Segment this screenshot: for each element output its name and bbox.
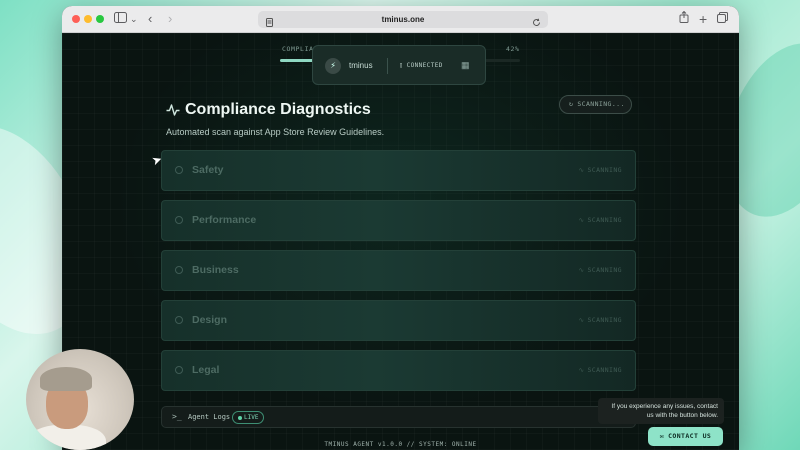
plus-icon[interactable]: + <box>699 11 707 27</box>
category-status-text: SCANNING <box>587 316 622 324</box>
address-bar[interactable]: tminus.one <box>258 11 548 28</box>
category-label: Safety <box>192 164 224 176</box>
tabs-icon[interactable] <box>717 11 728 27</box>
page-viewport: COMPLIA 42% ⚡︎ tminus ▯ CONNECTED ▦ Compl… <box>62 33 739 450</box>
category-label: Design <box>192 314 228 326</box>
support-tooltip: If you experience any issues, contact us… <box>598 398 724 424</box>
category-row-business[interactable]: Business ∿ SCANNING <box>161 250 636 291</box>
reload-icon[interactable] <box>532 14 541 32</box>
mail-icon: ✉ <box>659 432 665 440</box>
device-icon: ▯ <box>399 61 404 69</box>
category-row-safety[interactable]: Safety ∿ SCANNING <box>161 150 636 191</box>
qr-code-icon[interactable]: ▦ <box>461 60 470 71</box>
zoom-window-button[interactable] <box>96 15 104 23</box>
live-badge-text: LIVE <box>244 414 259 421</box>
category-status-text: SCANNING <box>587 266 622 274</box>
loading-spinner-icon <box>175 166 183 174</box>
share-icon[interactable] <box>679 10 689 27</box>
page-subtitle: Automated scan against App Store Review … <box>166 127 385 137</box>
footer-version: TMINUS AGENT v1.0.0 // SYSTEM: ONLINE <box>324 441 477 448</box>
category-label: Legal <box>192 364 220 376</box>
category-status-text: SCANNING <box>587 216 622 224</box>
browser-window: ⌄ ‹ › tminus.one + COMPLIA 42% ⚡︎ tminus <box>62 6 739 450</box>
terminal-icon: >_ <box>172 412 182 421</box>
scanning-status-text: SCANNING... <box>577 100 625 108</box>
progress-label: COMPLIA <box>282 45 314 53</box>
category-row-performance[interactable]: Performance ∿ SCANNING <box>161 200 636 241</box>
loading-spinner-icon <box>175 216 183 224</box>
activity-icon: ∿ <box>578 166 585 174</box>
loading-spinner-icon <box>175 316 183 324</box>
connection-pill[interactable]: ⚡︎ tminus ▯ CONNECTED ▦ <box>312 45 486 85</box>
agent-logs-bar[interactable]: >_ Agent Logs LIVE <box>161 406 636 428</box>
activity-icon: ∿ <box>578 316 585 324</box>
webcam-overlay <box>26 349 134 450</box>
category-row-design[interactable]: Design ∿ SCANNING <box>161 300 636 341</box>
spinner-icon: ↻ <box>569 100 574 108</box>
browser-toolbar: ⌄ ‹ › tminus.one + <box>62 6 739 33</box>
category-status-text: SCANNING <box>587 366 622 374</box>
live-dot-icon <box>238 415 242 420</box>
bolt-icon: ⚡︎ <box>325 58 341 74</box>
loading-spinner-icon <box>175 366 183 374</box>
close-window-button[interactable] <box>72 15 80 23</box>
activity-icon: ∿ <box>578 266 585 274</box>
agent-logs-label: Agent Logs <box>188 413 231 421</box>
loading-spinner-icon <box>175 266 183 274</box>
activity-icon: ∿ <box>578 366 585 374</box>
category-label: Performance <box>192 214 257 226</box>
back-icon[interactable]: ‹ <box>148 11 152 27</box>
activity-icon <box>166 103 180 120</box>
divider <box>387 58 388 74</box>
webcam-person-cap <box>40 367 92 391</box>
contact-us-label: CONTACT US <box>668 432 712 440</box>
url-text: tminus.one <box>381 15 425 24</box>
category-row-legal[interactable]: Legal ∿ SCANNING <box>161 350 636 391</box>
category-status: ∿ SCANNING <box>579 166 622 174</box>
category-status: ∿ SCANNING <box>579 216 622 224</box>
connection-status: ▯ CONNECTED <box>399 61 443 69</box>
forward-icon[interactable]: › <box>168 11 172 27</box>
scanning-status-badge: ↻ SCANNING... <box>559 95 632 114</box>
progress-percent: 42% <box>506 45 520 53</box>
category-status: ∿ SCANNING <box>579 316 622 324</box>
category-status: ∿ SCANNING <box>579 366 622 374</box>
category-status: ∿ SCANNING <box>579 266 622 274</box>
contact-us-button[interactable]: ✉ CONTACT US <box>648 427 723 446</box>
live-badge: LIVE <box>232 411 265 424</box>
minimize-window-button[interactable] <box>84 15 92 23</box>
page-title: Compliance Diagnostics <box>185 101 371 118</box>
category-status-text: SCANNING <box>587 166 622 174</box>
connection-name: tminus <box>349 61 373 70</box>
activity-icon: ∿ <box>578 216 585 224</box>
connection-status-text: CONNECTED <box>406 62 443 69</box>
category-label: Business <box>192 264 239 276</box>
chevron-down-icon[interactable]: ⌄ <box>130 11 138 27</box>
sidebar-icon[interactable] <box>114 11 127 27</box>
